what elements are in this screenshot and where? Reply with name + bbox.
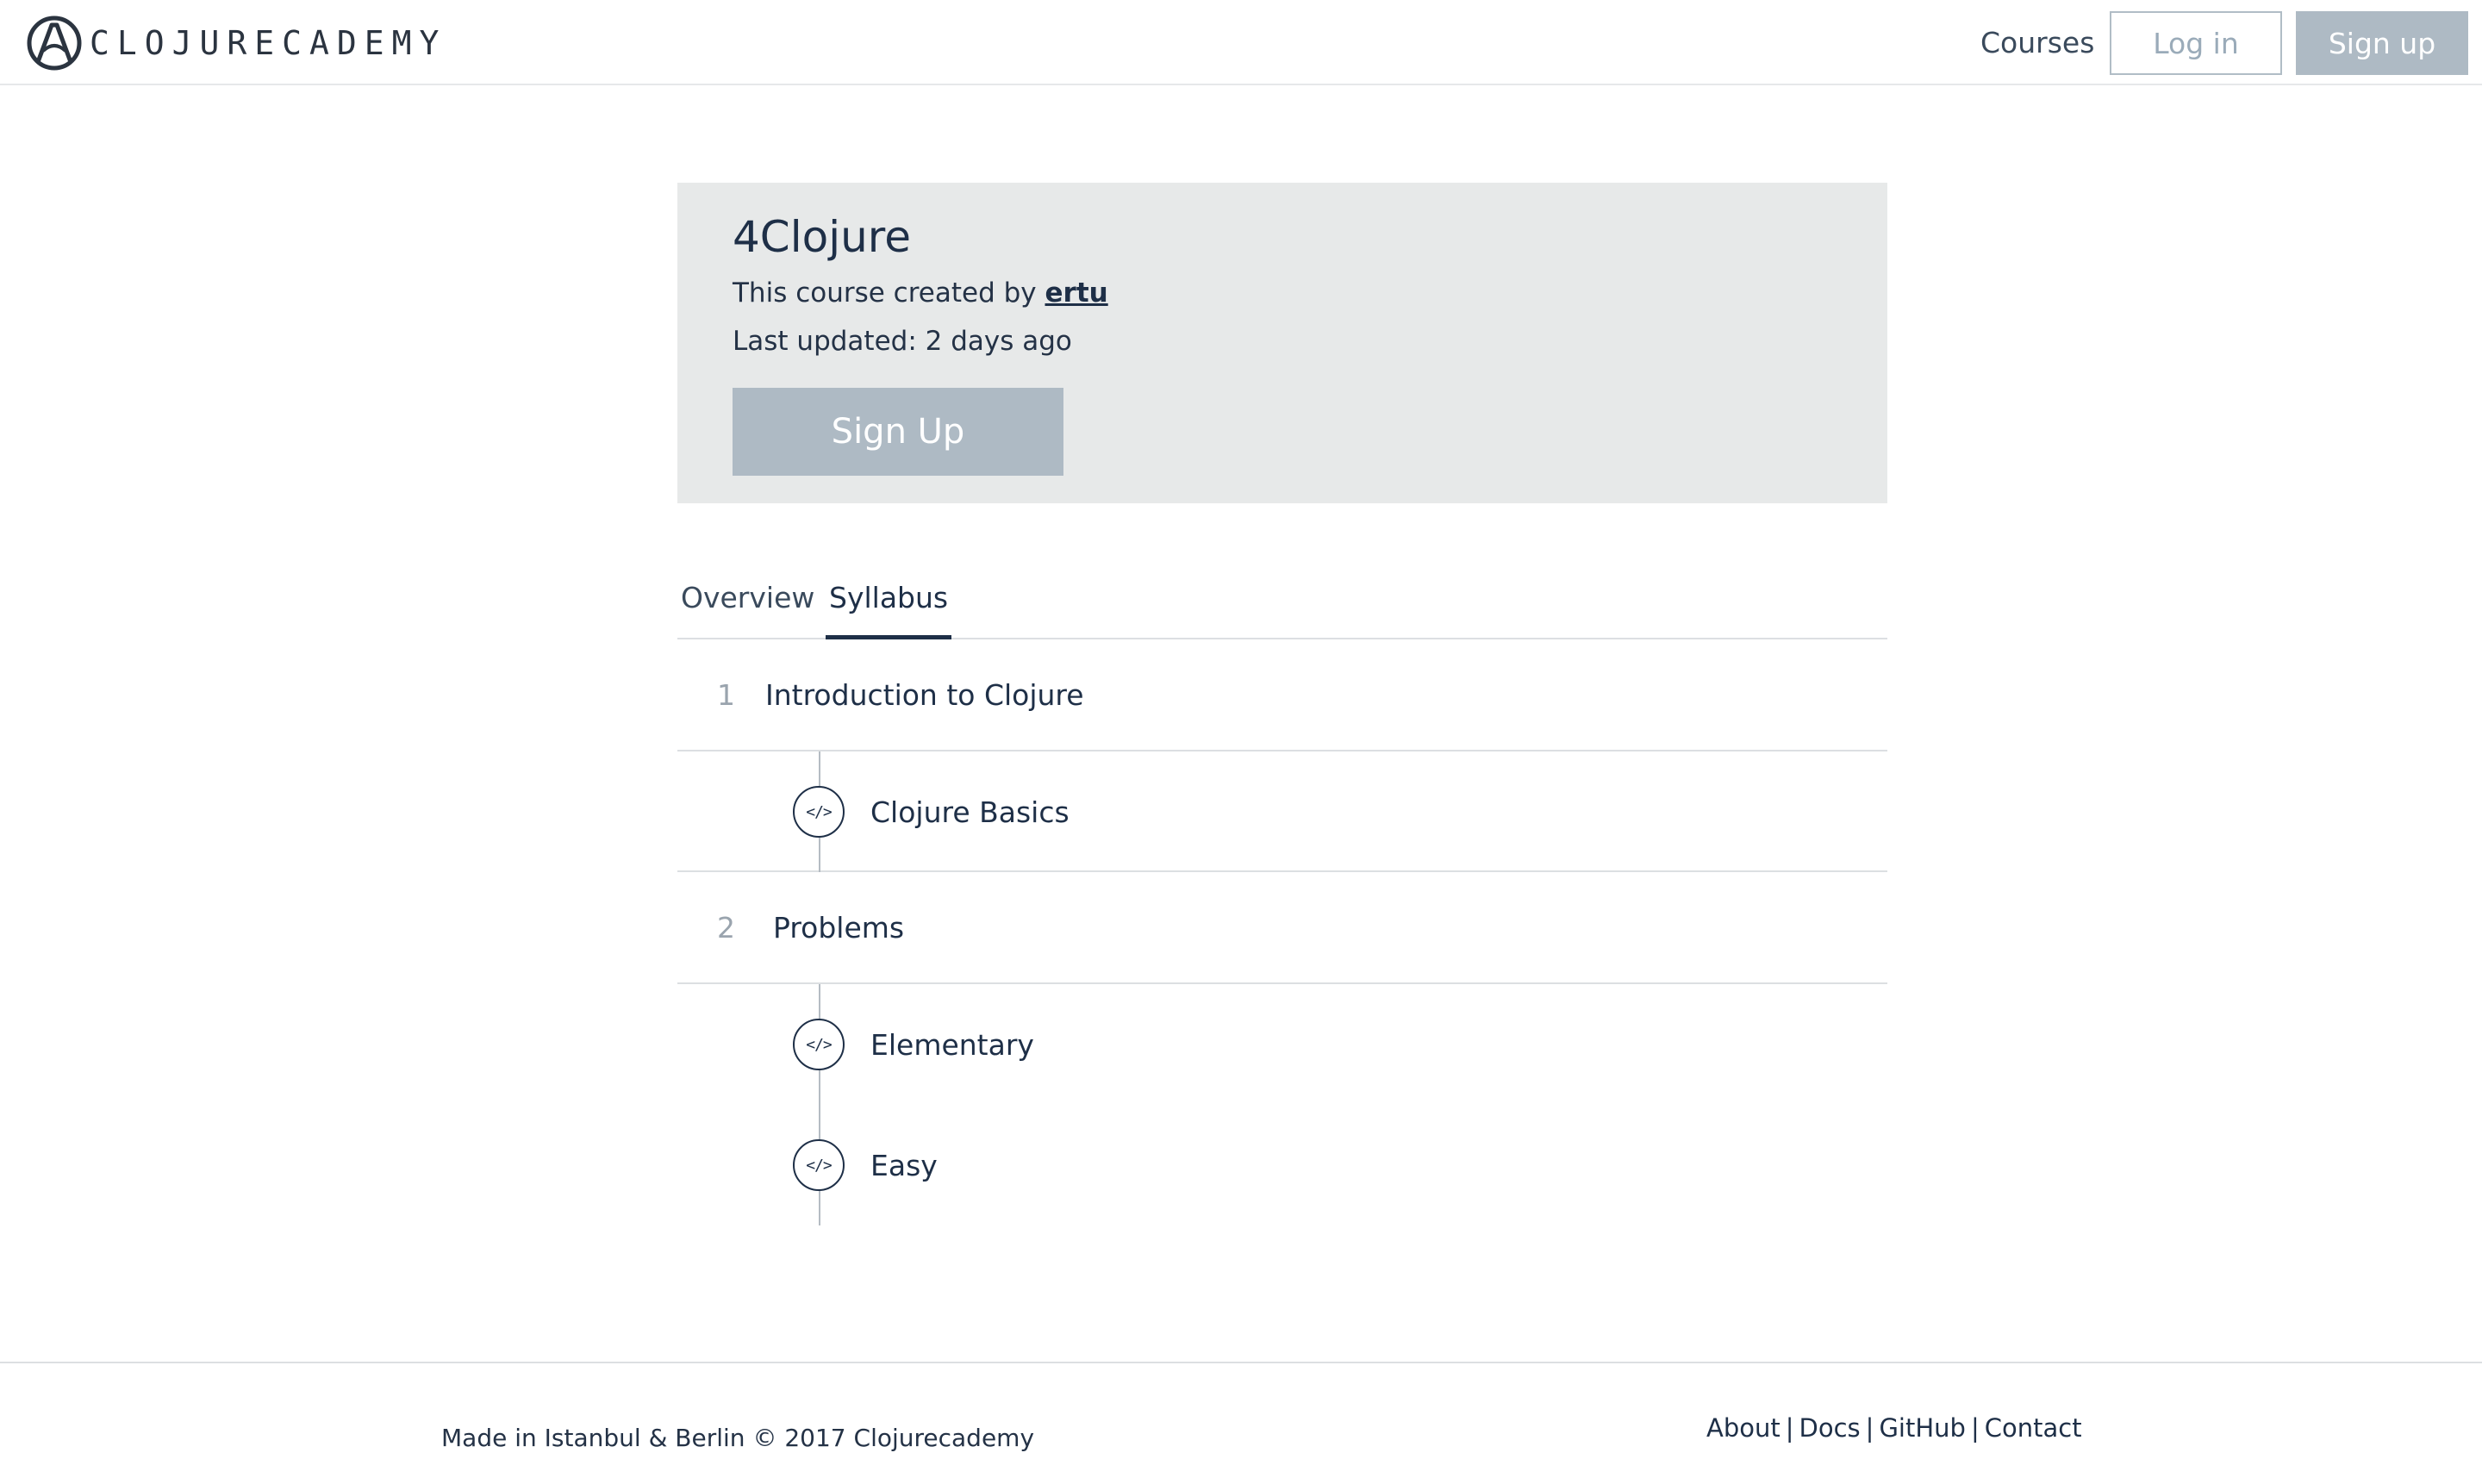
section-number: 2 — [717, 911, 735, 945]
lesson-title: Clojure Basics — [870, 795, 1070, 829]
syllabus-section[interactable]: 1 Introduction to Clojure — [677, 639, 1887, 751]
last-updated-text: Last updated: 2 days ago — [733, 326, 1072, 357]
course-header-card: 4Clojure This course created by ertu Las… — [677, 183, 1887, 503]
syllabus-list: 1 Introduction to Clojure </> Clojure Ba… — [677, 639, 1887, 1225]
lesson-item[interactable]: </> Easy — [793, 1138, 938, 1192]
header-signup-button[interactable]: Sign up — [2296, 11, 2468, 75]
lesson-item[interactable]: </> Clojure Basics — [793, 785, 1070, 839]
course-signup-button[interactable]: Sign Up — [733, 388, 1063, 476]
code-icon: </> — [793, 1139, 845, 1191]
code-icon: </> — [793, 786, 845, 838]
tab-syllabus[interactable]: Syllabus — [826, 581, 952, 639]
page-footer: Made in Istanbul & Berlin © 2017 Clojure… — [0, 1362, 2482, 1484]
section-lessons: </> Elementary </> Easy — [677, 984, 1887, 1225]
code-icon: </> — [793, 1019, 845, 1070]
syllabus-section[interactable]: 2 Problems — [677, 872, 1887, 984]
section-number: 1 — [717, 678, 735, 712]
footer-link-about[interactable]: About — [1706, 1413, 1780, 1443]
footer-links: About | Docs | GitHub | Contact — [1706, 1413, 2082, 1443]
nav-courses-link[interactable]: Courses — [1980, 19, 2094, 67]
lesson-title: Easy — [870, 1148, 938, 1182]
created-by-label: This course created by — [733, 277, 1037, 309]
footer-copyright: Made in Istanbul & Berlin © 2017 Clojure… — [441, 1424, 1035, 1452]
footer-link-github[interactable]: GitHub — [1879, 1413, 1966, 1443]
lesson-item[interactable]: </> Elementary — [793, 1018, 1034, 1071]
course-tabs: Overview Syllabus — [677, 569, 1887, 639]
top-navbar: CLOJURECADEMY Courses Log in Sign up — [0, 0, 2482, 85]
footer-separator: | — [1865, 1413, 1874, 1443]
footer-link-docs[interactable]: Docs — [1799, 1413, 1861, 1443]
brand-name: CLOJURECADEMY — [90, 24, 447, 62]
brand-home-link[interactable]: CLOJURECADEMY — [26, 15, 446, 72]
section-lessons: </> Clojure Basics — [677, 751, 1887, 872]
tab-overview[interactable]: Overview — [677, 581, 818, 639]
course-author-line: This course created by ertu — [733, 277, 1108, 309]
course-title: 4Clojure — [733, 212, 912, 262]
clojurecademy-logo-icon — [27, 16, 82, 71]
section-title: Problems — [773, 911, 905, 945]
author-link[interactable]: ertu — [1045, 277, 1108, 309]
footer-link-contact[interactable]: Contact — [1985, 1413, 2082, 1443]
section-title: Introduction to Clojure — [765, 678, 1084, 712]
login-button[interactable]: Log in — [2110, 11, 2282, 75]
footer-separator: | — [1970, 1413, 1980, 1443]
footer-separator: | — [1785, 1413, 1794, 1443]
lesson-title: Elementary — [870, 1027, 1034, 1062]
